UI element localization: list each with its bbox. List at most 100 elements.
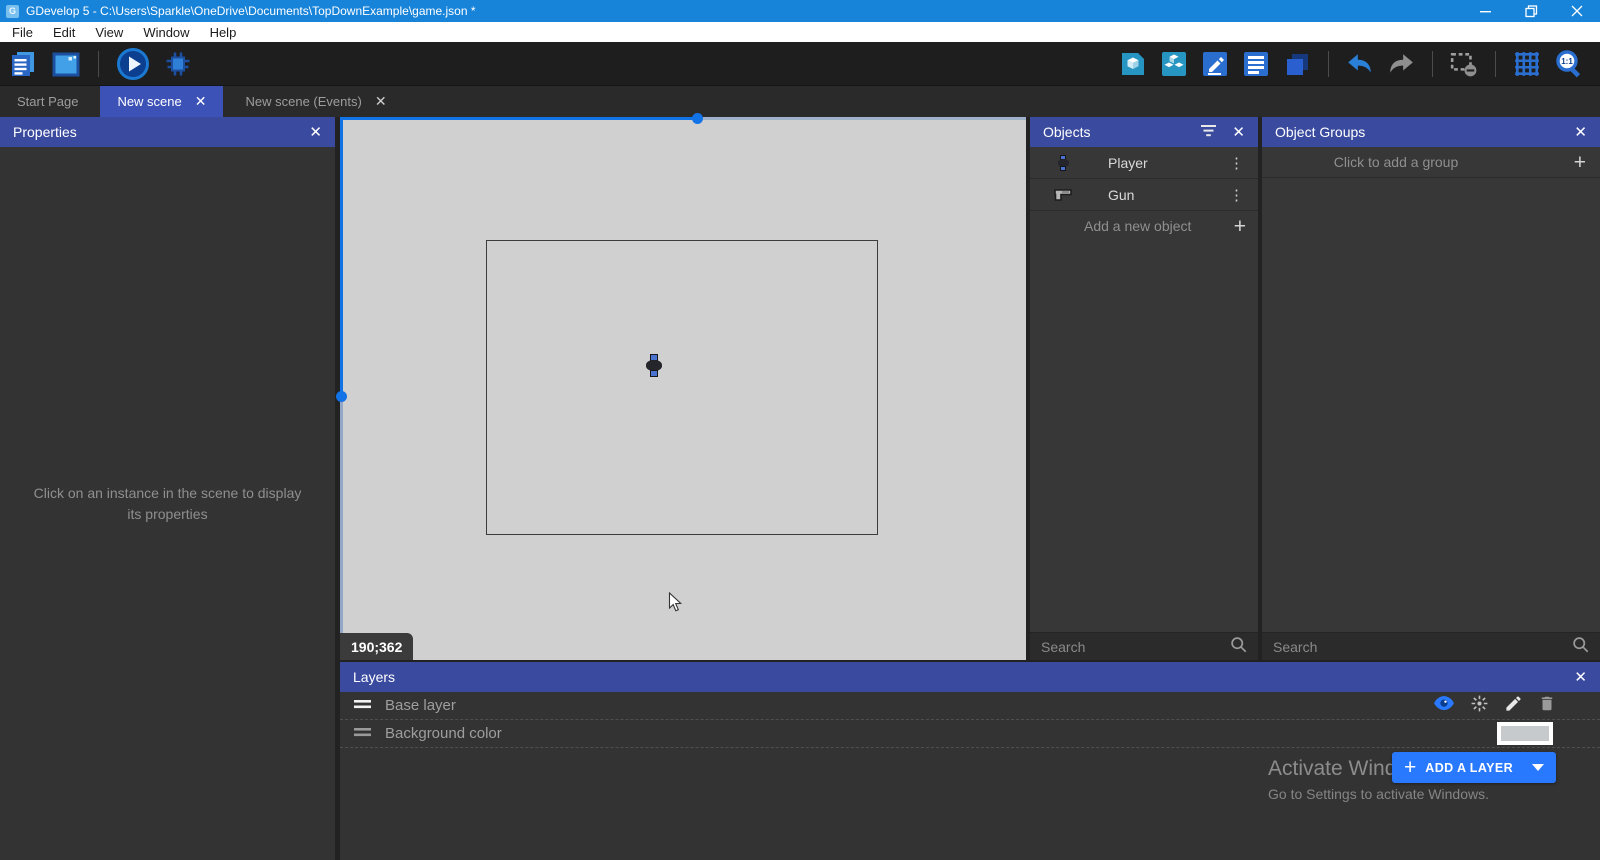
object-menu-kebab-icon[interactable]: ⋮ <box>1225 154 1248 172</box>
watermark-line2: Go to Settings to activate Windows. <box>1268 786 1489 802</box>
gun-object-icon <box>1050 188 1076 202</box>
close-button[interactable] <box>1554 0 1600 22</box>
close-icon[interactable]: ✕ <box>309 125 322 140</box>
objects-panel-icon[interactable] <box>1119 50 1147 78</box>
gdevelop-window: G GDevelop 5 - C:\Users\Sparkle\OneDrive… <box>0 0 1600 860</box>
minimize-button[interactable] <box>1462 0 1508 22</box>
search-icon <box>1572 636 1589 658</box>
object-groups-panel-title: Object Groups <box>1275 124 1365 140</box>
drag-handle-icon[interactable] <box>354 725 371 742</box>
window-border-top <box>340 117 698 120</box>
zoom-1-1-icon[interactable]: 1:1 <box>1554 49 1584 79</box>
gdevelop-logo-icon: G <box>6 5 19 18</box>
add-group-row[interactable]: Click to add a group + <box>1262 147 1600 178</box>
menu-edit[interactable]: Edit <box>43 25 85 40</box>
toolbar-separator <box>1495 51 1496 77</box>
player-instance[interactable] <box>646 354 662 377</box>
mouse-cursor <box>668 592 683 613</box>
resize-handle-left[interactable] <box>336 391 347 402</box>
objects-panel-title: Objects <box>1043 124 1090 140</box>
delete-layer-trash-icon[interactable] <box>1538 694 1556 717</box>
toolbar-separator <box>1328 51 1329 77</box>
layer-name: Background color <box>385 725 502 742</box>
plus-icon[interactable]: + <box>1574 152 1586 173</box>
search-icon <box>1230 636 1247 658</box>
filter-icon[interactable] <box>1201 124 1216 140</box>
restore-button[interactable] <box>1508 0 1554 22</box>
add-object-label: Add a new object <box>1084 218 1191 234</box>
player-object-icon <box>1050 155 1076 171</box>
tab-label: New scene <box>117 94 181 109</box>
layers-panel-icon[interactable] <box>1283 50 1311 78</box>
restore-icon <box>1525 5 1538 18</box>
tab-close-icon[interactable]: ✕ <box>375 93 387 110</box>
object-name: Player <box>1108 155 1148 171</box>
object-row-player[interactable]: Player ⋮ <box>1030 147 1258 179</box>
properties-panel: Properties ✕ Click on an instance in the… <box>0 117 335 860</box>
window-border-left <box>340 117 343 397</box>
tab-label: Start Page <box>17 94 78 109</box>
window-border-top-dim <box>698 117 1026 120</box>
objects-panel-header: Objects ✕ <box>1030 117 1258 147</box>
toolbar: 1:1 <box>0 42 1600 85</box>
tab-start-page[interactable]: Start Page <box>0 86 95 117</box>
drag-handle-icon[interactable] <box>354 697 371 714</box>
game-window-frame <box>486 240 878 535</box>
object-groups-panel-header: Object Groups ✕ <box>1262 117 1600 147</box>
layers-panel-title: Layers <box>353 669 395 685</box>
menu-window[interactable]: Window <box>133 25 199 40</box>
groups-search-input[interactable] <box>1273 639 1572 655</box>
object-row-gun[interactable]: Gun ⋮ <box>1030 179 1258 211</box>
edit-layer-pencil-icon[interactable] <box>1504 694 1523 717</box>
tab-label: New scene (Events) <box>245 94 361 109</box>
object-groups-panel-icon[interactable] <box>1160 50 1188 78</box>
project-manager-icon[interactable] <box>8 49 38 79</box>
cursor-coordinates-badge: 190;362 <box>340 633 413 660</box>
menu-bar: File Edit View Window Help <box>0 22 1600 42</box>
menu-view[interactable]: View <box>85 25 133 40</box>
layer-effects-icon[interactable] <box>1470 694 1489 717</box>
dropdown-caret-icon[interactable] <box>1532 764 1544 771</box>
scene-canvas[interactable]: 190;362 <box>340 117 1026 660</box>
layers-panel-header: Layers ✕ <box>340 662 1600 692</box>
menu-help[interactable]: Help <box>200 25 247 40</box>
groups-search-bar <box>1262 632 1600 660</box>
deselect-icon[interactable] <box>1450 51 1478 77</box>
plus-icon[interactable]: + <box>1234 216 1246 237</box>
zoom-ratio-label: 1:1 <box>1561 57 1573 66</box>
layer-row-background-color[interactable]: Background color <box>340 720 1600 748</box>
tab-close-icon[interactable]: ✕ <box>195 93 207 110</box>
scene-window-icon[interactable] <box>51 49 81 79</box>
menu-file[interactable]: File <box>2 25 43 40</box>
visibility-eye-icon[interactable] <box>1433 695 1455 716</box>
close-icon[interactable]: ✕ <box>1574 125 1587 140</box>
close-icon[interactable]: ✕ <box>1232 125 1245 140</box>
window-border-left-dim <box>340 397 343 660</box>
edit-properties-icon[interactable] <box>1201 50 1229 78</box>
objects-panel: Objects ✕ Player ⋮ Gun ⋮ <box>1030 117 1258 660</box>
close-icon <box>1571 5 1583 17</box>
grid-icon[interactable] <box>1513 50 1541 78</box>
objects-search-input[interactable] <box>1041 639 1230 655</box>
redo-icon[interactable] <box>1387 52 1415 76</box>
tab-new-scene-events[interactable]: New scene (Events) ✕ <box>228 86 403 117</box>
add-layer-button[interactable]: + ADD A LAYER <box>1392 752 1556 783</box>
play-preview-icon[interactable] <box>116 47 150 81</box>
toolbar-separator <box>1432 51 1433 77</box>
window-title: GDevelop 5 - C:\Users\Sparkle\OneDrive\D… <box>26 4 476 18</box>
properties-panel-header: Properties ✕ <box>0 117 335 147</box>
layer-row-base[interactable]: Base layer <box>340 692 1600 720</box>
close-icon[interactable]: ✕ <box>1574 670 1587 685</box>
tab-new-scene[interactable]: New scene ✕ <box>100 86 223 117</box>
resize-handle-top[interactable] <box>692 113 703 124</box>
background-color-swatch[interactable] <box>1497 722 1553 745</box>
undo-icon[interactable] <box>1346 52 1374 76</box>
debug-icon[interactable] <box>163 49 193 79</box>
add-object-row[interactable]: Add a new object + <box>1030 211 1258 241</box>
minimize-icon <box>1480 6 1491 17</box>
object-groups-panel: Object Groups ✕ Click to add a group + <box>1262 117 1600 660</box>
object-menu-kebab-icon[interactable]: ⋮ <box>1225 186 1248 204</box>
layers-panel: Layers ✕ Base layer <box>340 662 1600 860</box>
instances-list-icon[interactable] <box>1242 50 1270 78</box>
add-layer-label: ADD A LAYER <box>1425 761 1513 775</box>
